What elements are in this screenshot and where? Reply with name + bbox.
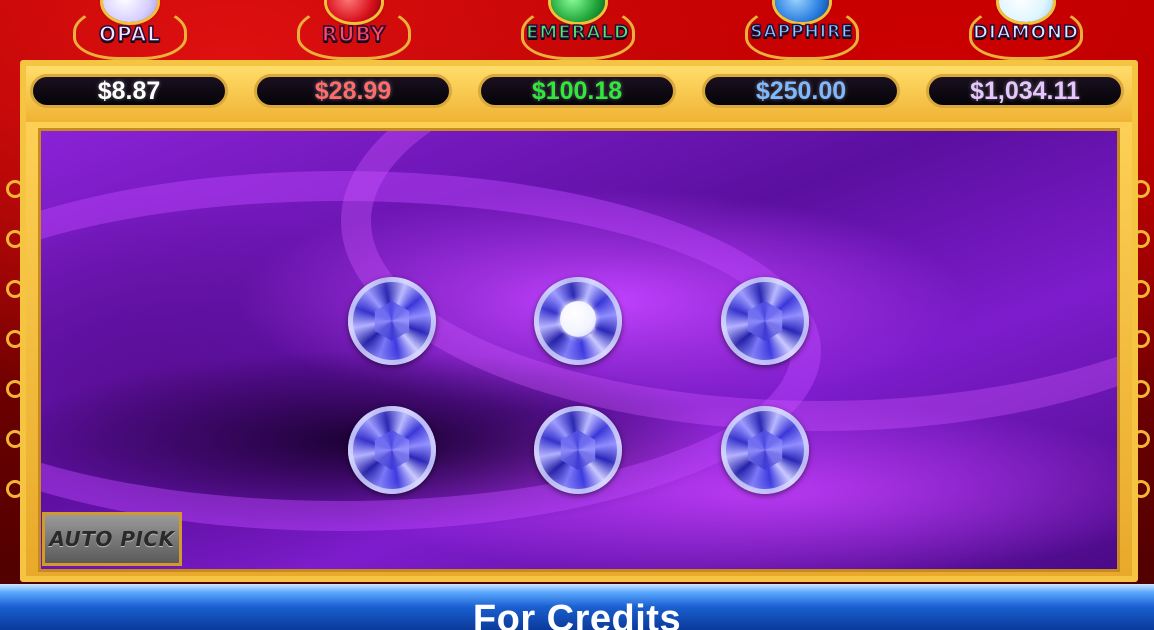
- jackpot-name: SAPPHIRE: [749, 21, 854, 43]
- pick-gem[interactable]: [721, 406, 809, 494]
- jackpot-emblem: EMERALD: [519, 0, 637, 62]
- jackpot-name: RUBY: [321, 21, 387, 47]
- jackpot-name: OPAL: [98, 21, 162, 47]
- jackpot-diamond: DIAMOND: [926, 0, 1126, 70]
- jackpot-emblem: RUBY: [295, 0, 413, 62]
- bottom-banner: For Credits: [0, 584, 1154, 630]
- jackpot-emerald: EMERALD: [478, 0, 678, 70]
- pick-gem[interactable]: [534, 406, 622, 494]
- jackpot-sapphire: SAPPHIRE: [702, 0, 902, 70]
- auto-pick-button[interactable]: AUTO PICK: [42, 512, 182, 566]
- jackpot-value-ruby: $28.99: [254, 74, 452, 108]
- jackpot-name: EMERALD: [525, 21, 630, 44]
- jackpot-value-emerald: $100.18: [478, 74, 676, 108]
- jackpot-value-diamond: $1,034.11: [926, 74, 1124, 108]
- jackpot-emblem: DIAMOND: [967, 0, 1085, 62]
- jackpot-name: DIAMOND: [972, 21, 1079, 44]
- jackpot-opal: OPAL: [30, 0, 230, 70]
- pick-gem-selected[interactable]: [534, 277, 622, 365]
- selected-marker: [560, 301, 596, 337]
- jackpot-ruby: RUBY: [254, 0, 454, 70]
- pick-gem[interactable]: [348, 277, 436, 365]
- pick-area: [38, 128, 1120, 572]
- jackpot-emblem: SAPPHIRE: [743, 0, 861, 62]
- jackpot-value-opal: $8.87: [30, 74, 228, 108]
- pick-gem[interactable]: [348, 406, 436, 494]
- jackpot-value-sapphire: $250.00: [702, 74, 900, 108]
- banner-text: For Credits: [472, 598, 682, 630]
- jackpot-emblem: OPAL: [71, 0, 189, 62]
- pick-gem[interactable]: [721, 277, 809, 365]
